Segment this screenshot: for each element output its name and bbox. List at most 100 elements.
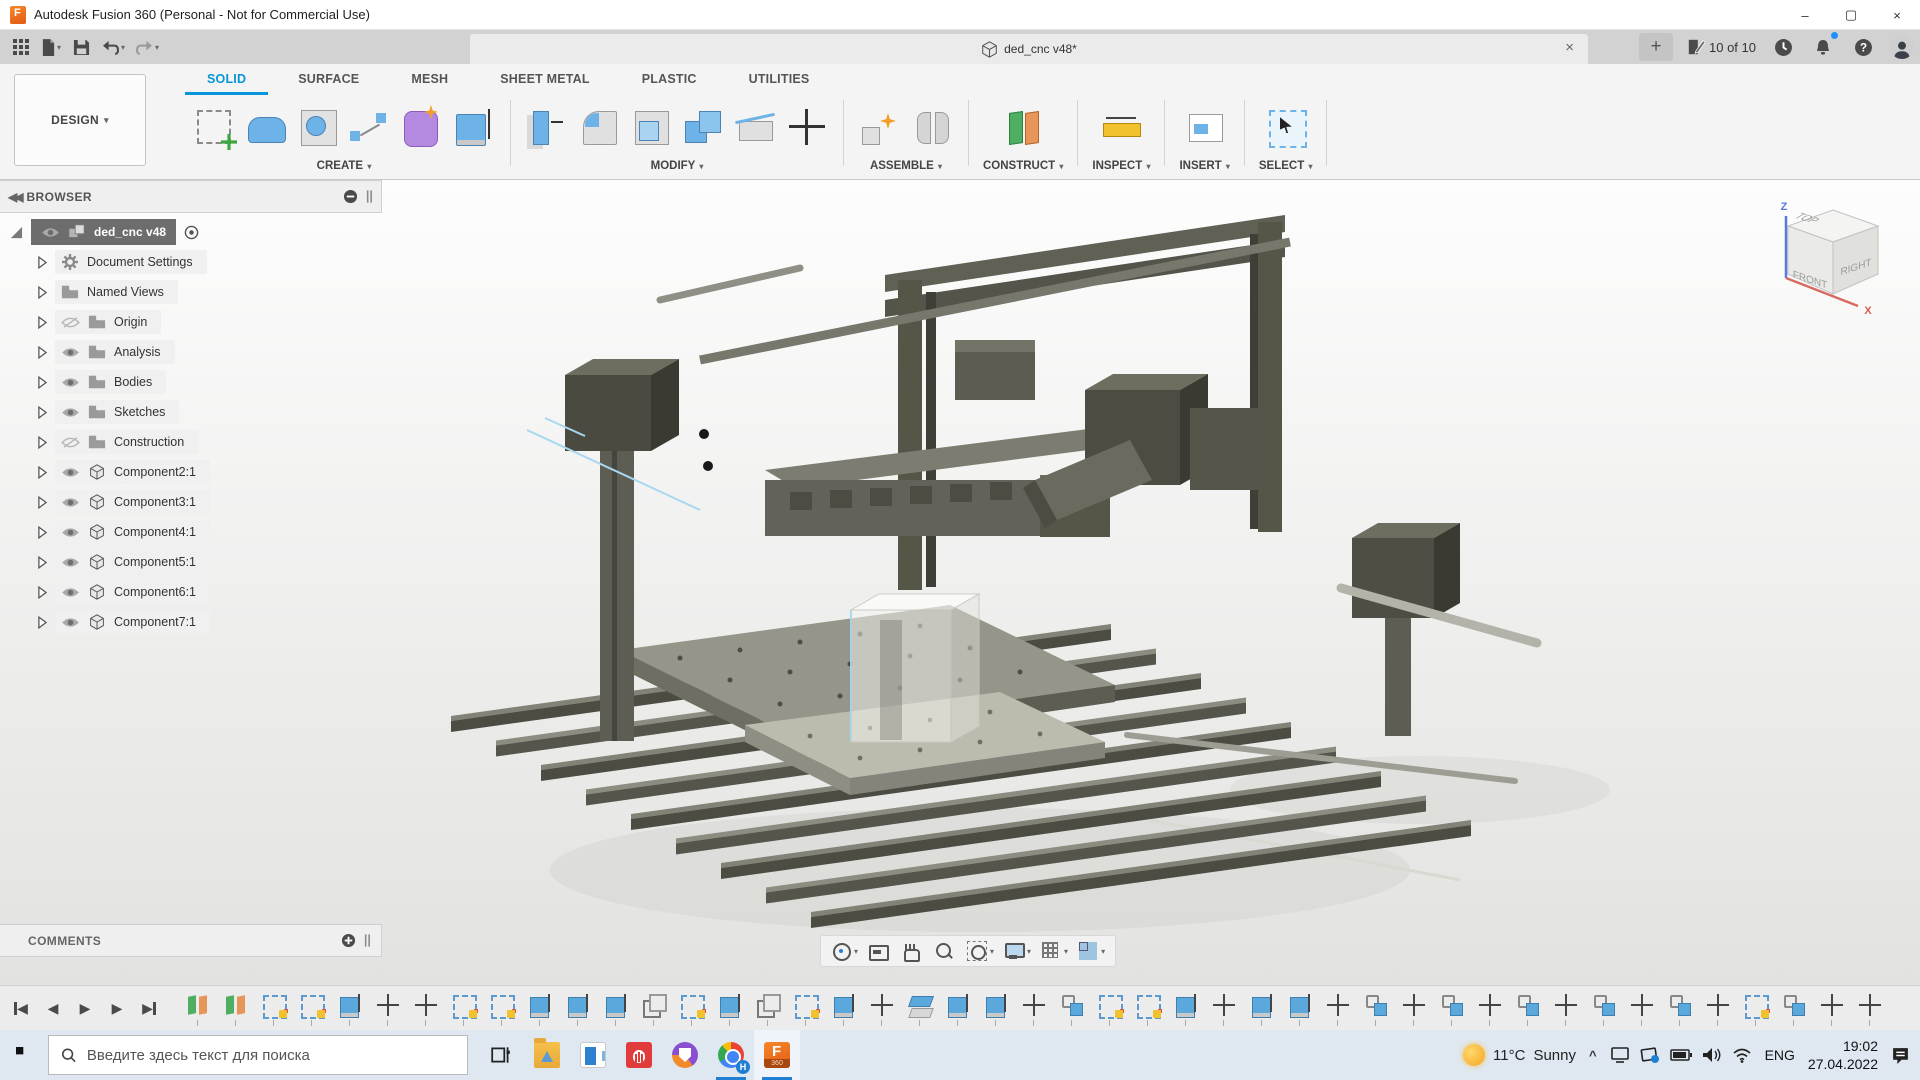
timeline-feature[interactable] (1400, 990, 1429, 1026)
timeline-feature[interactable] (792, 990, 821, 1026)
timeline-feature[interactable] (1058, 990, 1087, 1026)
timeline-feature[interactable] (412, 990, 441, 1026)
display-tray-icon[interactable] (1610, 1046, 1630, 1064)
taskbar-search[interactable] (48, 1035, 468, 1075)
version-badge[interactable]: 10 of 10 (1687, 38, 1756, 56)
timeline-feature[interactable] (1362, 990, 1391, 1026)
maximize-button[interactable]: ▢ (1828, 0, 1874, 30)
expand-arrow-icon[interactable] (38, 556, 47, 569)
ribbon-group-label[interactable]: SELECT ▾ (1259, 160, 1313, 172)
battery-icon[interactable] (1670, 1049, 1692, 1061)
new-tab-button[interactable]: + (1639, 33, 1673, 61)
ribbon-tool-icon[interactable] (629, 105, 673, 149)
close-button[interactable]: × (1874, 0, 1920, 30)
tree-row[interactable]: Bodies (0, 367, 382, 397)
tree-row[interactable]: Origin (0, 307, 382, 337)
timeline-feature[interactable] (640, 990, 669, 1026)
go-to-end-button[interactable]: ▶ (136, 995, 162, 1021)
tree-root-row[interactable]: ded_cnc v48 (0, 217, 382, 247)
timeline-feature[interactable] (1096, 990, 1125, 1026)
navbar-tool[interactable] (930, 938, 961, 964)
ribbon-group-label[interactable]: INSPECT ▾ (1092, 160, 1150, 172)
timeline-feature[interactable] (450, 990, 479, 1026)
navbar-tool[interactable] (897, 938, 928, 964)
ribbon-group-label[interactable]: CREATE ▾ (317, 160, 372, 172)
navbar-tool[interactable]: ▾ (827, 938, 862, 964)
panel-grip-icon[interactable] (364, 933, 371, 948)
save-button[interactable] (68, 34, 94, 60)
ribbon-tool-icon[interactable] (681, 105, 725, 149)
ribbon-tool-icon[interactable] (577, 105, 621, 149)
ribbon-tool-icon[interactable] (733, 105, 777, 149)
timeline-feature[interactable] (1628, 990, 1657, 1026)
minimize-button[interactable]: – (1782, 0, 1828, 30)
timeline-feature[interactable] (602, 990, 631, 1026)
ribbon-tool-icon[interactable] (1264, 105, 1308, 149)
ribbon-tool-icon[interactable] (244, 105, 288, 149)
ribbon-tab[interactable]: SOLID (185, 68, 268, 95)
timeline-feature[interactable] (1248, 990, 1277, 1026)
fusion-360-taskbar-icon[interactable] (754, 1030, 800, 1080)
secure-browser-icon[interactable] (662, 1030, 708, 1080)
timeline-feature[interactable] (982, 990, 1011, 1026)
navbar-tool[interactable] (864, 938, 895, 964)
timeline-feature[interactable] (1856, 990, 1885, 1026)
navbar-tool[interactable]: ▾ (963, 938, 998, 964)
ribbon-tab[interactable]: SHEET METAL (478, 68, 611, 95)
file-menu-button[interactable]: ▾ (38, 34, 64, 60)
document-tab[interactable]: ded_cnc v48* × (470, 34, 1588, 64)
weather-widget[interactable]: 11°C Sunny (1463, 1044, 1576, 1066)
timeline-feature[interactable] (1742, 990, 1771, 1026)
eye-icon[interactable] (61, 346, 80, 359)
chrome-icon[interactable]: H (708, 1030, 754, 1080)
ribbon-tool-icon[interactable] (1001, 105, 1045, 149)
collapse-all-icon[interactable] (343, 189, 358, 204)
eye-icon[interactable] (61, 316, 80, 329)
expand-arrow-icon[interactable] (38, 256, 47, 269)
browser-header[interactable]: ◀◀ BROWSER (0, 180, 382, 213)
timeline-feature[interactable] (1590, 990, 1619, 1026)
timeline-feature[interactable] (944, 990, 973, 1026)
expand-arrow-icon[interactable] (38, 376, 47, 389)
user-avatar[interactable] (1890, 35, 1914, 59)
ribbon-tool-icon[interactable] (452, 105, 496, 149)
timeline-feature[interactable] (906, 990, 935, 1026)
windows-ink-icon[interactable] (1640, 1046, 1660, 1064)
ribbon-tool-icon[interactable] (400, 105, 444, 149)
notifications-bell-icon[interactable] (1810, 34, 1836, 60)
timeline-feature[interactable] (1324, 990, 1353, 1026)
ribbon-group-label[interactable]: INSERT ▾ (1179, 160, 1229, 172)
tree-row[interactable]: Component3:1 (0, 487, 382, 517)
comments-bar[interactable]: COMMENTS (0, 924, 382, 957)
navbar-tool[interactable]: ▾ (1000, 938, 1035, 964)
viewport[interactable]: ◀◀ BROWSER ded_cnc v48 (0, 180, 1920, 985)
wifi-icon[interactable] (1732, 1047, 1752, 1063)
timeline-feature[interactable] (184, 990, 213, 1026)
ribbon-tool-icon[interactable] (1183, 105, 1227, 149)
collapse-panel-icon[interactable]: ◀◀ (8, 190, 20, 204)
help-icon[interactable] (1850, 34, 1876, 60)
timeline-feature[interactable] (1514, 990, 1543, 1026)
go-to-start-button[interactable]: ◀ (8, 995, 34, 1021)
add-comment-icon[interactable] (341, 933, 356, 948)
tree-row[interactable]: Component4:1 (0, 517, 382, 547)
expand-arrow-icon[interactable] (38, 406, 47, 419)
tree-row[interactable]: Analysis (0, 337, 382, 367)
expand-arrow-icon[interactable] (38, 316, 47, 329)
ribbon-tab[interactable]: PLASTIC (620, 68, 719, 95)
activate-component-icon[interactable] (184, 225, 199, 240)
ribbon-group-label[interactable]: ASSEMBLE ▾ (870, 160, 942, 172)
ladybug-app-icon[interactable] (616, 1030, 662, 1080)
timeline-feature[interactable] (222, 990, 251, 1026)
view-cube[interactable]: TOP FRONT RIGHT Z X (1758, 194, 1908, 329)
job-status-icon[interactable] (1770, 34, 1796, 60)
timeline-feature[interactable] (374, 990, 403, 1026)
expand-arrow-icon[interactable] (38, 286, 47, 299)
eye-icon[interactable] (61, 436, 80, 449)
timeline-feature[interactable] (260, 990, 289, 1026)
timeline-feature[interactable] (1286, 990, 1315, 1026)
taskbar-clock[interactable]: 19:02 27.04.2022 (1808, 1037, 1878, 1073)
ribbon-tool-icon[interactable] (348, 105, 392, 149)
close-tab-icon[interactable]: × (1565, 39, 1574, 56)
step-forward-button[interactable]: ▶ (104, 995, 130, 1021)
